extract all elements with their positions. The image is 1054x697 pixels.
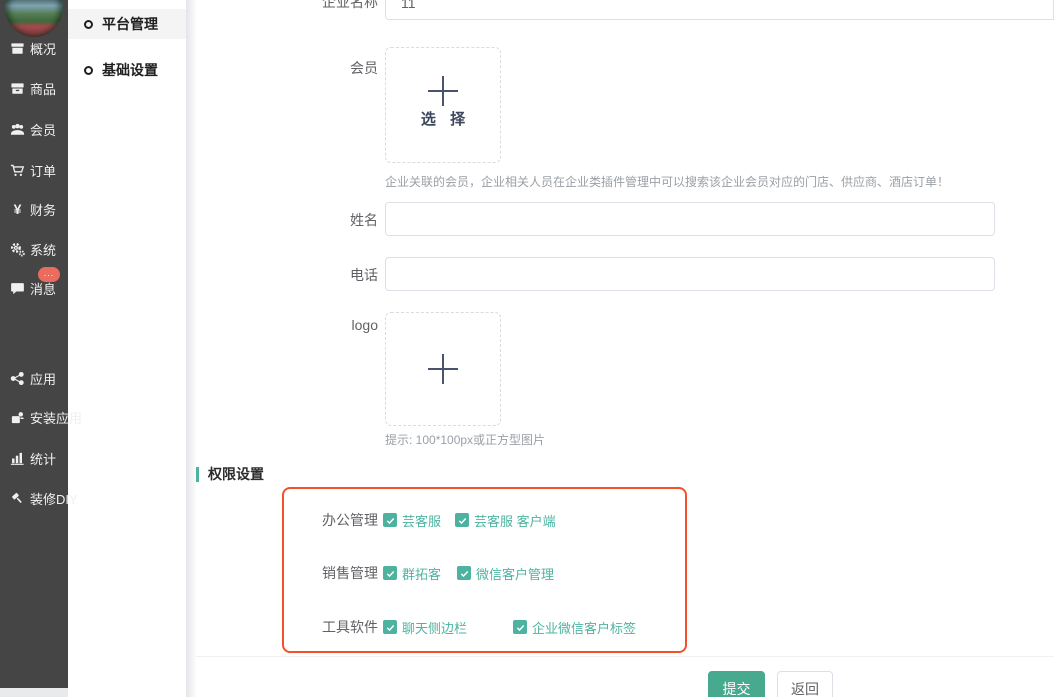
permission-group-office: 办公管理 芸客服 芸客服 客户端: [196, 511, 556, 529]
logo-upload-box[interactable]: [385, 312, 501, 426]
submenu-item-platform-management[interactable]: 平台管理: [68, 9, 186, 39]
sidebar-item-finance[interactable]: ¥ 财务: [0, 199, 68, 219]
plus-icon: [428, 354, 458, 384]
enterprise-edit-form: 企业名称 会员 选 择 企业关联的会员，企业相关人员在企业类插件管理中可以搜索该…: [196, 0, 1054, 697]
sidebar-item-install-apps[interactable]: 安装应用: [0, 407, 68, 427]
goods-icon: [10, 81, 25, 96]
radio-circle-icon: [84, 66, 93, 75]
main-sidebar: 概况 商品 会员 订单 ¥ 财务 系统 消息 ...: [0, 0, 68, 688]
sidebar-item-label: 财务: [30, 200, 56, 219]
permission-group-sales: 销售管理 群拓客 微信客户管理: [196, 564, 554, 582]
sidebar-item-label: 商品: [30, 79, 56, 98]
back-button[interactable]: 返回: [777, 671, 833, 697]
checkbox-yunkefu[interactable]: 芸客服: [383, 511, 441, 530]
sidebar-item-label: 订单: [30, 161, 56, 180]
member-help-text: 企业关联的会员，企业相关人员在企业类插件管理中可以搜索该企业会员对应的门店、供应…: [385, 173, 949, 190]
permission-group-label: 工具软件: [196, 617, 378, 637]
sidebar-item-apps[interactable]: 应用: [0, 368, 68, 388]
checkbox-checked-icon: [383, 620, 397, 634]
sidebar-item-label: 概况: [30, 39, 56, 58]
checkbox-wechat-customer-management[interactable]: 微信客户管理: [457, 564, 554, 583]
sidebar-item-overview[interactable]: 概况: [0, 38, 68, 58]
company-name-input[interactable]: [385, 0, 1054, 20]
orders-icon: [10, 163, 25, 178]
company-name-label: 企业名称: [258, 0, 378, 12]
sidebar-item-label: 安装应用: [30, 408, 82, 427]
sidebar-item-label: 统计: [30, 449, 56, 468]
checkbox-checked-icon: [383, 513, 397, 527]
phone-input[interactable]: [385, 257, 995, 291]
footer-divider: [196, 656, 1054, 657]
checkbox-yunkefu-client[interactable]: 芸客服 客户端: [455, 511, 556, 530]
sidebar-item-label: 装修DIY: [30, 489, 78, 508]
message-icon: [10, 281, 25, 296]
permission-group-tools: 工具软件 聊天侧边栏 企业微信客户标签: [196, 618, 636, 636]
sidebar-item-decorate-diy[interactable]: 装修DIY: [0, 488, 68, 508]
plus-icon: [428, 76, 458, 106]
system-icon: [10, 242, 25, 257]
sidebar-item-label: 系统: [30, 240, 56, 259]
install-apps-icon: [10, 410, 25, 425]
section-accent-bar: [196, 467, 199, 482]
checkbox-checked-icon: [457, 566, 471, 580]
message-badge: ...: [38, 267, 60, 282]
member-upload-label: 选 择: [386, 108, 500, 129]
submenu-item-label: 平台管理: [102, 14, 158, 34]
decorate-diy-icon: [10, 491, 25, 506]
sidebar-item-system[interactable]: 系统: [0, 239, 68, 259]
avatar[interactable]: [5, 0, 63, 37]
checkbox-checked-icon: [513, 620, 527, 634]
sidebar-item-messages[interactable]: 消息 ...: [0, 278, 68, 298]
member-label: 会员: [258, 58, 378, 78]
checkbox-quntuoke[interactable]: 群拓客: [383, 564, 441, 583]
logo-label: logo: [258, 315, 378, 335]
sidebar-item-statistics[interactable]: 统计: [0, 448, 68, 468]
permission-group-label: 销售管理: [196, 563, 378, 583]
member-upload-box[interactable]: 选 择: [385, 47, 501, 163]
name-label: 姓名: [258, 210, 378, 230]
sidebar-item-label: 应用: [30, 369, 56, 388]
permissions-section-title: 权限设置: [196, 464, 264, 484]
submenu-item-basic-settings[interactable]: 基础设置: [68, 55, 186, 85]
submit-button[interactable]: 提交: [708, 671, 765, 697]
sidebar-item-goods[interactable]: 商品: [0, 78, 68, 98]
sidebar-item-orders[interactable]: 订单: [0, 160, 68, 180]
logo-hint-text: 提示: 100*100px或正方型图片: [385, 431, 545, 448]
submenu-item-label: 基础设置: [102, 60, 158, 80]
checkbox-wecom-customer-tags[interactable]: 企业微信客户标签: [513, 618, 636, 637]
sidebar-item-members[interactable]: 会员: [0, 119, 68, 139]
overview-icon: [10, 41, 25, 56]
apps-icon: [10, 371, 25, 386]
radio-circle-icon: [84, 20, 93, 29]
finance-icon: ¥: [10, 202, 25, 217]
members-icon: [10, 122, 25, 137]
phone-label: 电话: [258, 265, 378, 285]
sub-sidebar: 平台管理 基础设置: [68, 0, 186, 697]
content-scrollbar[interactable]: [186, 0, 196, 697]
checkbox-checked-icon: [383, 566, 397, 580]
checkbox-checked-icon: [455, 513, 469, 527]
sidebar-item-label: 会员: [30, 120, 56, 139]
permission-group-label: 办公管理: [196, 510, 378, 530]
name-input[interactable]: [385, 202, 995, 236]
checkbox-chat-sidebar[interactable]: 聊天侧边栏: [383, 618, 467, 637]
statistics-icon: [10, 451, 25, 466]
